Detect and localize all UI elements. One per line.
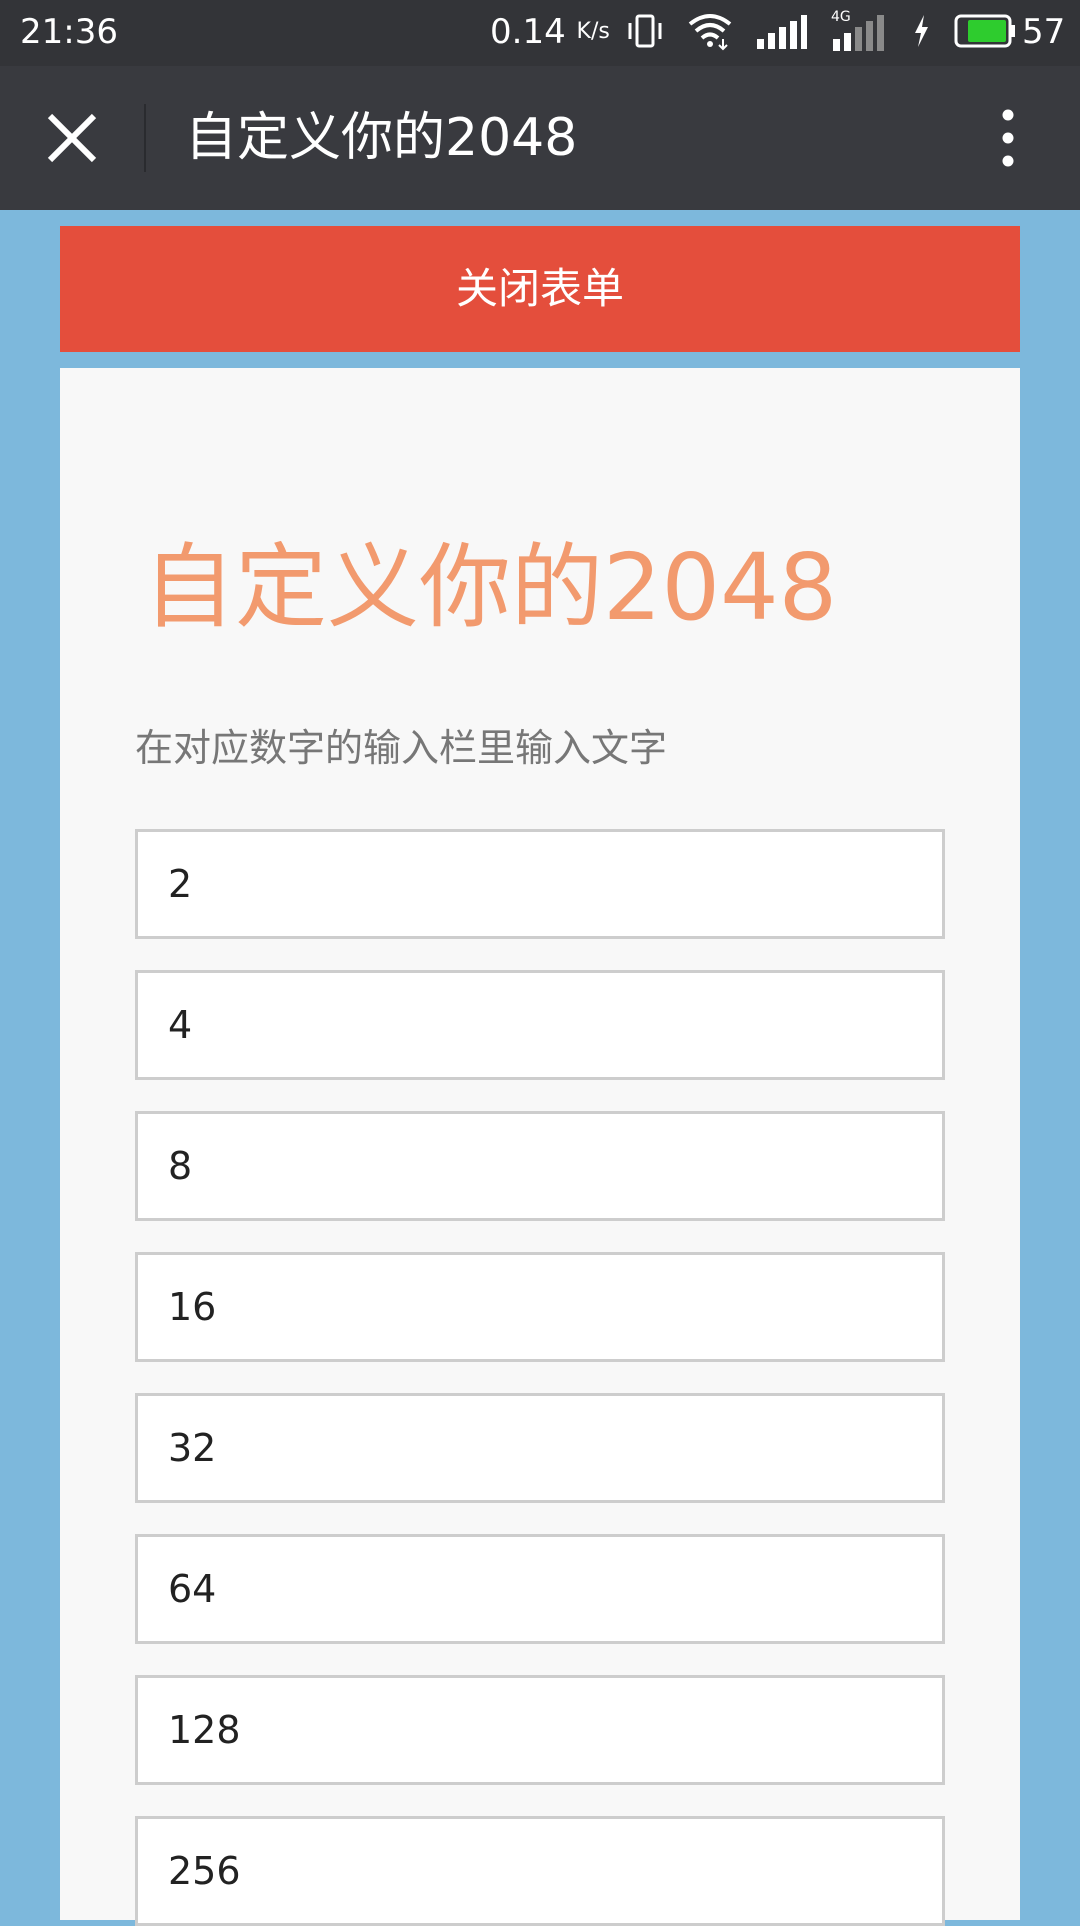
tile-64-input[interactable] [135, 1534, 945, 1644]
tile-256-input[interactable] [135, 1816, 945, 1926]
tile-4-input[interactable] [135, 970, 945, 1080]
signal-4g-icon: 4G [831, 9, 889, 53]
battery-percentage: 57 [1022, 12, 1066, 52]
wifi-icon [687, 11, 733, 55]
close-form-button[interactable]: 关闭表单 [60, 226, 1020, 352]
network-speed-value: 0.14 [490, 12, 566, 52]
status-time: 21:36 [20, 12, 118, 52]
page-title: 自定义你的2048 [185, 108, 578, 168]
tile-16-input[interactable] [135, 1252, 945, 1362]
title-bar: 自定义你的2048 [0, 66, 1080, 210]
more-options-button[interactable] [982, 104, 1034, 172]
form-card: 自定义你的2048 在对应数字的输入栏里输入文字 [60, 368, 1020, 1926]
vibrate-icon [625, 11, 665, 55]
network-speed-unit: K/s [576, 19, 610, 44]
tile-2-input[interactable] [135, 829, 945, 939]
status-icons: 4G [625, 9, 1017, 56]
charging-icon [911, 11, 931, 55]
tile-128-input[interactable] [135, 1675, 945, 1785]
form-instructions: 在对应数字的输入栏里输入文字 [135, 726, 668, 770]
title-divider [144, 104, 146, 172]
tile-8-input[interactable] [135, 1111, 945, 1221]
close-button[interactable] [36, 106, 108, 170]
close-icon [47, 113, 97, 163]
battery-icon [953, 13, 1017, 53]
status-bar: 21:36 0.14 K/s 4G 57 [0, 0, 1080, 66]
tile-32-input[interactable] [135, 1393, 945, 1503]
form-title: 自定义你的2048 [143, 534, 838, 641]
network-speed: 0.14 K/s [490, 12, 610, 52]
more-vertical-icon [1002, 109, 1014, 167]
signal-icon [755, 11, 809, 55]
